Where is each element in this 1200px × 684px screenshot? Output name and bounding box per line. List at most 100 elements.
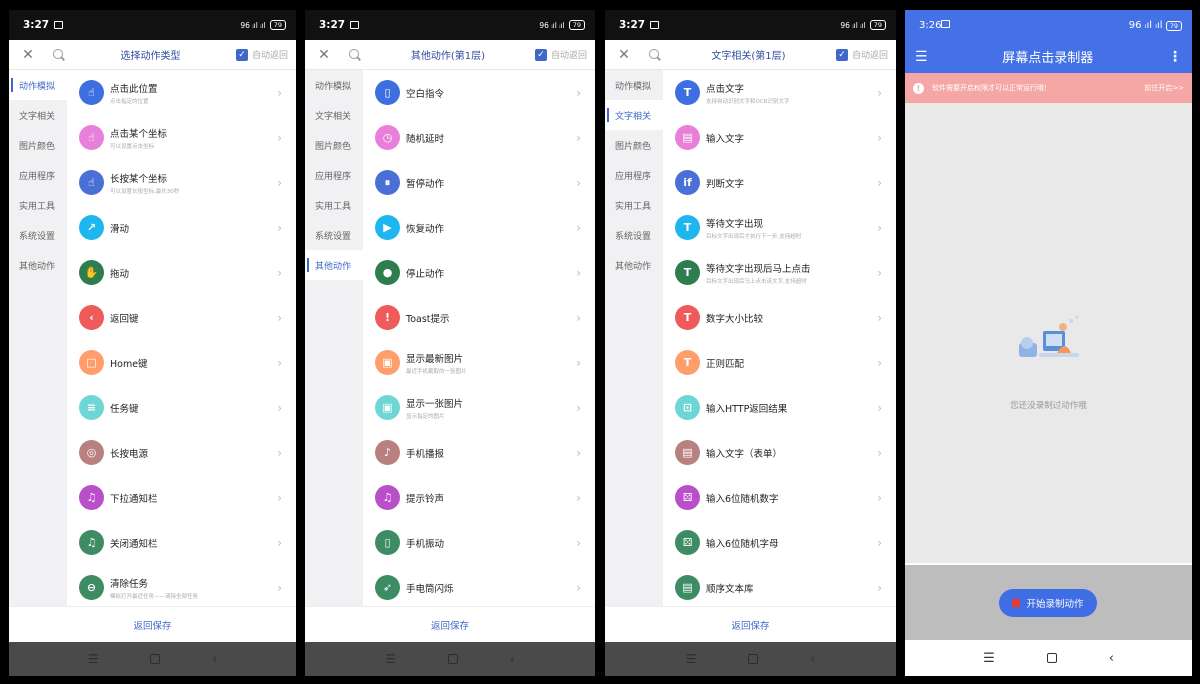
dice-icon: ⚄: [675, 530, 700, 555]
action-item[interactable]: □ Home键 ›: [67, 340, 296, 385]
search-icon[interactable]: [349, 48, 361, 61]
auto-return-toggle[interactable]: ✓ 自动返回: [835, 48, 888, 61]
chevron-right-icon: ›: [877, 85, 882, 100]
action-item[interactable]: ▤ 输入文字 ›: [663, 115, 896, 160]
action-item[interactable]: T 数字大小比较 ›: [663, 295, 896, 340]
action-item[interactable]: ⚄ 输入6位随机字母 ›: [663, 520, 896, 565]
save-button[interactable]: 返回保存: [9, 606, 296, 642]
home-nav-icon[interactable]: [447, 654, 458, 664]
back-nav-icon[interactable]: ‹: [212, 652, 217, 666]
action-item[interactable]: ▣ 显示最新图片 最近手机截取的一张图片 ›: [363, 340, 595, 385]
auto-return-toggle[interactable]: ✓ 自动返回: [534, 48, 587, 61]
category-item[interactable]: 图片颜色: [305, 130, 363, 160]
close-icon[interactable]: ✕: [17, 47, 39, 63]
category-item[interactable]: 应用程序: [305, 160, 363, 190]
category-item[interactable]: 其他动作: [9, 250, 67, 280]
category-item[interactable]: 文字相关: [9, 100, 67, 130]
power-icon: ◎: [79, 440, 104, 465]
search-icon[interactable]: [53, 48, 65, 61]
category-item[interactable]: 图片颜色: [9, 130, 67, 160]
action-item[interactable]: ‹ 返回键 ›: [67, 295, 296, 340]
home-nav-icon[interactable]: [150, 654, 161, 664]
permission-warning-bar[interactable]: ! 软件需要开启权限才可以正常运行哦! 前往开启>>: [905, 73, 1192, 103]
close-icon[interactable]: ✕: [313, 47, 335, 63]
chevron-right-icon: ›: [877, 220, 882, 235]
category-item[interactable]: 动作模拟: [9, 70, 67, 100]
action-item[interactable]: ≡ 任务键 ›: [67, 385, 296, 430]
menu-icon[interactable]: ☰: [915, 49, 928, 65]
save-button[interactable]: 返回保存: [605, 606, 896, 642]
recents-icon[interactable]: ☰: [385, 652, 396, 666]
bell-icon: ♫: [79, 530, 104, 555]
category-item[interactable]: 文字相关: [605, 100, 663, 130]
category-item[interactable]: 实用工具: [605, 190, 663, 220]
category-item[interactable]: 应用程序: [605, 160, 663, 190]
more-vert-icon[interactable]: ⋮: [1168, 49, 1182, 65]
back-nav-icon[interactable]: ‹: [510, 652, 515, 666]
search-icon[interactable]: [649, 48, 661, 61]
action-item[interactable]: ▯ 手机振动 ›: [363, 520, 595, 565]
action-item[interactable]: ◷ 随机延时 ›: [363, 115, 595, 160]
recents-icon[interactable]: ☰: [686, 652, 697, 666]
category-item[interactable]: 系统设置: [9, 220, 67, 250]
checkbox-checked-icon[interactable]: ✓: [534, 48, 547, 61]
chevron-right-icon: ›: [877, 400, 882, 415]
enable-permission-link[interactable]: 前往开启>>: [1144, 83, 1184, 93]
action-title: 拖动: [110, 268, 130, 280]
action-item[interactable]: T 等待文字出现 目标文字出现后才执行下一步,支持超时 ›: [663, 205, 896, 250]
action-item[interactable]: ➶ 手电筒闪烁 ›: [363, 565, 595, 606]
recents-icon[interactable]: ☰: [88, 652, 99, 666]
action-item[interactable]: ♫ 下拉通知栏 ›: [67, 475, 296, 520]
action-item[interactable]: ⊡ 输入HTTP返回结果 ›: [663, 385, 896, 430]
category-item[interactable]: 文字相关: [305, 100, 363, 130]
text-icon: T: [675, 215, 700, 240]
action-item[interactable]: T 点击文字 支持自动识别文字和OCR识别文字 ›: [663, 70, 896, 115]
action-item[interactable]: ☝ 点击此位置 点击指定的位置 ›: [67, 70, 296, 115]
category-item[interactable]: 图片颜色: [605, 130, 663, 160]
action-item[interactable]: ⊖ 清除任务 模拟打开最近任务——清除全部任务 ›: [67, 565, 296, 606]
category-item[interactable]: 系统设置: [605, 220, 663, 250]
action-item[interactable]: ☝ 点击某个坐标 可以设置点击坐标 ›: [67, 115, 296, 160]
checkbox-checked-icon[interactable]: ✓: [835, 48, 848, 61]
action-item[interactable]: ▣ 显示一张图片 显示指定的图片 ›: [363, 385, 595, 430]
action-item[interactable]: ! Toast提示 ›: [363, 295, 595, 340]
close-icon[interactable]: ✕: [613, 47, 635, 63]
stop-icon: ●: [375, 260, 400, 285]
dialog-body: 动作模拟 文字相关 图片颜色 应用程序 实用工具 系统设置 其他动作 T 点击文字 支持自动…: [605, 70, 896, 606]
back-nav-icon[interactable]: ‹: [1109, 651, 1114, 666]
action-item[interactable]: ◎ 长按电源 ›: [67, 430, 296, 475]
action-item[interactable]: ✋ 拖动 ›: [67, 250, 296, 295]
category-item[interactable]: 系统设置: [305, 220, 363, 250]
action-item[interactable]: ♫ 关闭通知栏 ›: [67, 520, 296, 565]
action-item[interactable]: T 正则匹配 ›: [663, 340, 896, 385]
save-button[interactable]: 返回保存: [305, 606, 595, 642]
category-item[interactable]: 实用工具: [9, 190, 67, 220]
action-item[interactable]: ▯ 空白指令 ›: [363, 70, 595, 115]
action-item[interactable]: ▶ 恢复动作 ›: [363, 205, 595, 250]
action-item[interactable]: ● 停止动作 ›: [363, 250, 595, 295]
back-nav-icon[interactable]: ‹: [810, 652, 815, 666]
category-item[interactable]: 其他动作: [605, 250, 663, 280]
action-item[interactable]: ♫ 提示铃声 ›: [363, 475, 595, 520]
action-item[interactable]: ▤ 输入文字（表单） ›: [663, 430, 896, 475]
start-recording-button[interactable]: 开始录制动作: [999, 589, 1097, 617]
category-item[interactable]: 实用工具: [305, 190, 363, 220]
action-item[interactable]: ♪ 手机播报 ›: [363, 430, 595, 475]
action-item[interactable]: ▤ 顺序文本库 ›: [663, 565, 896, 606]
home-nav-icon[interactable]: [1046, 653, 1057, 663]
category-item[interactable]: 其他动作: [305, 250, 363, 280]
category-item[interactable]: 动作模拟: [305, 70, 363, 100]
auto-return-toggle[interactable]: ✓ 自动返回: [235, 48, 288, 61]
home-nav-icon[interactable]: [748, 654, 759, 664]
action-item[interactable]: T 等待文字出现后马上点击 目标文字出现后马上点击该文字,支持超时 ›: [663, 250, 896, 295]
recents-icon[interactable]: ☰: [983, 651, 995, 666]
chevron-right-icon: ›: [877, 265, 882, 280]
category-item[interactable]: 应用程序: [9, 160, 67, 190]
action-item[interactable]: ⚄ 输入6位随机数字 ›: [663, 475, 896, 520]
checkbox-checked-icon[interactable]: ✓: [235, 48, 248, 61]
action-item[interactable]: ☝ 长按某个坐标 可以设置长按坐标,最长30秒 ›: [67, 160, 296, 205]
action-item[interactable]: if 判断文字 ›: [663, 160, 896, 205]
action-item[interactable]: ⏸ 暂停动作 ›: [363, 160, 595, 205]
category-item[interactable]: 动作模拟: [605, 70, 663, 100]
action-item[interactable]: ↗ 滑动 ›: [67, 205, 296, 250]
